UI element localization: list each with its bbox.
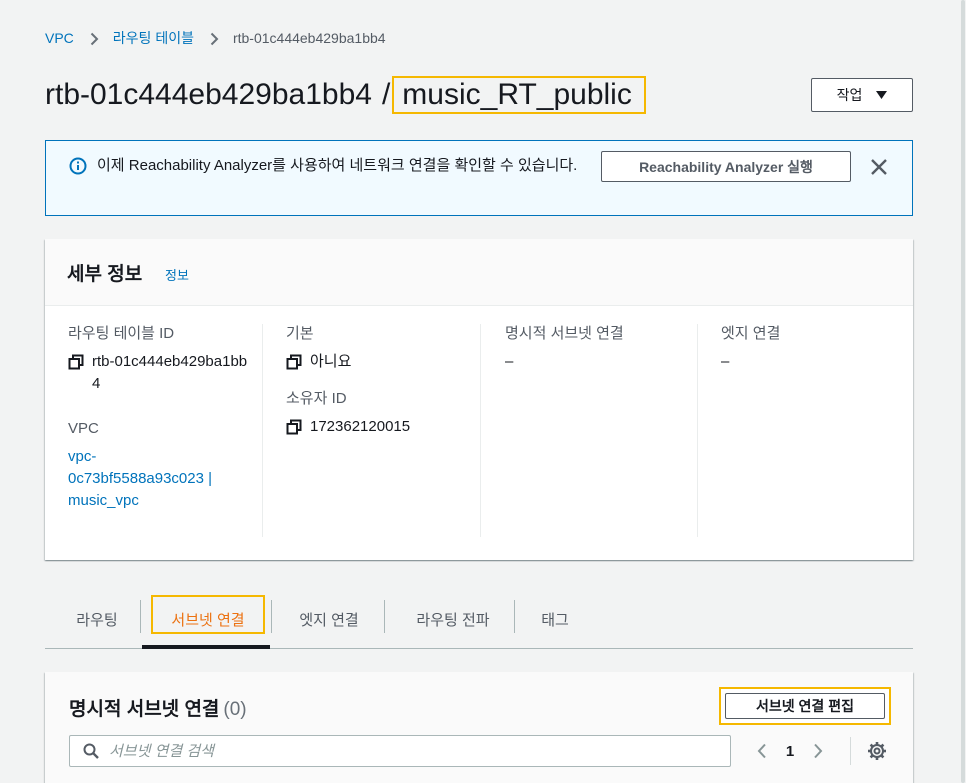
vpc-link-line-3: music_vpc (68, 492, 139, 509)
main-value: 아니요 (286, 351, 476, 373)
reachability-analyzer-button[interactable]: Reachability Analyzer 실행 (601, 151, 851, 182)
tab-separator (140, 600, 141, 633)
vpc-link-line-1: vpc- (68, 448, 97, 465)
route-table-id-value: rtb-01c444eb429ba1bb4 (68, 351, 258, 395)
breadcrumb-vpc-link[interactable]: VPC (45, 30, 74, 46)
page-title-name-highlighted: music_RT_public (392, 76, 646, 114)
subnet-search-input[interactable] (109, 742, 709, 760)
column-divider (480, 324, 481, 537)
previous-page-icon[interactable] (751, 740, 773, 762)
tabs: 라우팅 서브넷 연결 엣지 연결 라우팅 전파 태그 (45, 590, 913, 649)
pager-divider (850, 737, 851, 765)
breadcrumb-current: rtb-01c444eb429ba1bb4 (232, 30, 386, 46)
tab-tags[interactable]: 태그 (523, 590, 587, 648)
search-icon (83, 743, 99, 759)
subnet-panel-title: 명시적 서브넷 연결 (0) (69, 694, 247, 721)
subnet-search-box[interactable] (69, 735, 731, 767)
owner-id-text: 172362120015 (310, 418, 411, 435)
edge-association-label: 엣지 연결 (721, 325, 781, 342)
tab-separator (271, 600, 272, 633)
chevron-right-icon (210, 31, 219, 46)
page-number[interactable]: 1 (773, 743, 807, 760)
scrollbar-thumb[interactable] (961, 0, 965, 783)
explicit-subnet-value: – (505, 353, 514, 370)
subnet-panel-header: 명시적 서브넷 연결(0) 서브넷 연결 편집 1 (45, 672, 913, 783)
route-table-id-text: rtb-01c444eb429ba1bb4 (92, 353, 248, 392)
chevron-right-icon (90, 31, 99, 46)
explicit-subnet-label: 명시적 서브넷 연결 (505, 325, 624, 342)
next-page-icon[interactable] (807, 740, 829, 762)
subnet-panel-title-text: 명시적 서브넷 연결 (69, 699, 220, 720)
subnet-count: (0) (223, 699, 247, 720)
explicit-subnet-associations-panel: 명시적 서브넷 연결(0) 서브넷 연결 편집 1 (45, 672, 913, 783)
copy-icon[interactable] (68, 354, 84, 370)
details-col-4: 엣지 연결 – (721, 324, 901, 537)
tab-separator (384, 600, 385, 633)
details-title: 세부 정보 (67, 264, 143, 285)
edge-association-value: – (721, 353, 730, 370)
page-title-id: rtb-01c444eb429ba1bb4 (45, 78, 372, 111)
tab-separator (514, 600, 515, 633)
details-panel-header: 세부 정보 정보 (45, 239, 913, 306)
details-col-1: 라우팅 테이블 ID rtb-01c444eb429ba1bb4 VPC vpc… (68, 324, 258, 537)
main-label: 기본 (286, 325, 314, 342)
close-icon[interactable] (869, 157, 889, 177)
info-banner: 이제 Reachability Analyzer를 사용하여 네트워크 연결을 … (45, 140, 913, 216)
copy-icon[interactable] (286, 354, 302, 370)
main-value-text: 아니요 (310, 353, 352, 370)
vpc-link[interactable]: vpc- 0c73bf5588a93c023 | music_vpc (68, 446, 258, 512)
details-col-3: 명시적 서브넷 연결 – (505, 324, 695, 537)
owner-id-value: 172362120015 (286, 416, 476, 438)
column-divider (262, 324, 263, 537)
info-icon (69, 157, 87, 175)
details-info-link[interactable]: 정보 (165, 265, 189, 284)
pagination: 1 (751, 740, 829, 762)
page-title-separator: / (381, 78, 391, 111)
copy-icon[interactable] (286, 419, 302, 435)
breadcrumb-route-tables-link[interactable]: 라우팅 테이블 (113, 28, 194, 48)
vpc-link-line-2: 0c73bf5588a93c023 | (68, 470, 213, 487)
tab-routes[interactable]: 라우팅 (55, 590, 139, 648)
column-divider (697, 324, 698, 537)
vpc-label: VPC (68, 420, 99, 437)
active-tab-underline (142, 645, 270, 649)
actions-button-label: 작업 (836, 87, 863, 103)
page-title: rtb-01c444eb429ba1bb4 / music_RT_public (45, 74, 646, 116)
edit-subnet-associations-button[interactable]: 서브넷 연결 편집 (725, 693, 885, 719)
owner-id-label: 소유자 ID (286, 390, 347, 407)
details-col-2: 기본 아니요 소유자 ID 172362120015 (286, 324, 476, 537)
tab-edge-associations[interactable]: 엣지 연결 (279, 590, 379, 648)
route-table-id-label: 라우팅 테이블 ID (68, 325, 175, 342)
caret-down-icon (876, 91, 888, 99)
edit-subnet-associations-highlight[interactable]: 서브넷 연결 편집 (719, 687, 891, 725)
tab-route-propagation[interactable]: 라우팅 전파 (395, 590, 511, 648)
actions-dropdown-button[interactable]: 작업 (811, 78, 913, 112)
details-panel: 세부 정보 정보 라우팅 테이블 ID rtb-01c444eb429ba1bb… (45, 239, 913, 560)
gear-icon[interactable] (867, 741, 887, 761)
tab-subnet-associations[interactable]: 서브넷 연결 (153, 590, 263, 648)
breadcrumb: VPC 라우팅 테이블 rtb-01c444eb429ba1bb4 (45, 28, 386, 48)
banner-message: 이제 Reachability Analyzer를 사용하여 네트워크 연결을 … (97, 157, 578, 174)
